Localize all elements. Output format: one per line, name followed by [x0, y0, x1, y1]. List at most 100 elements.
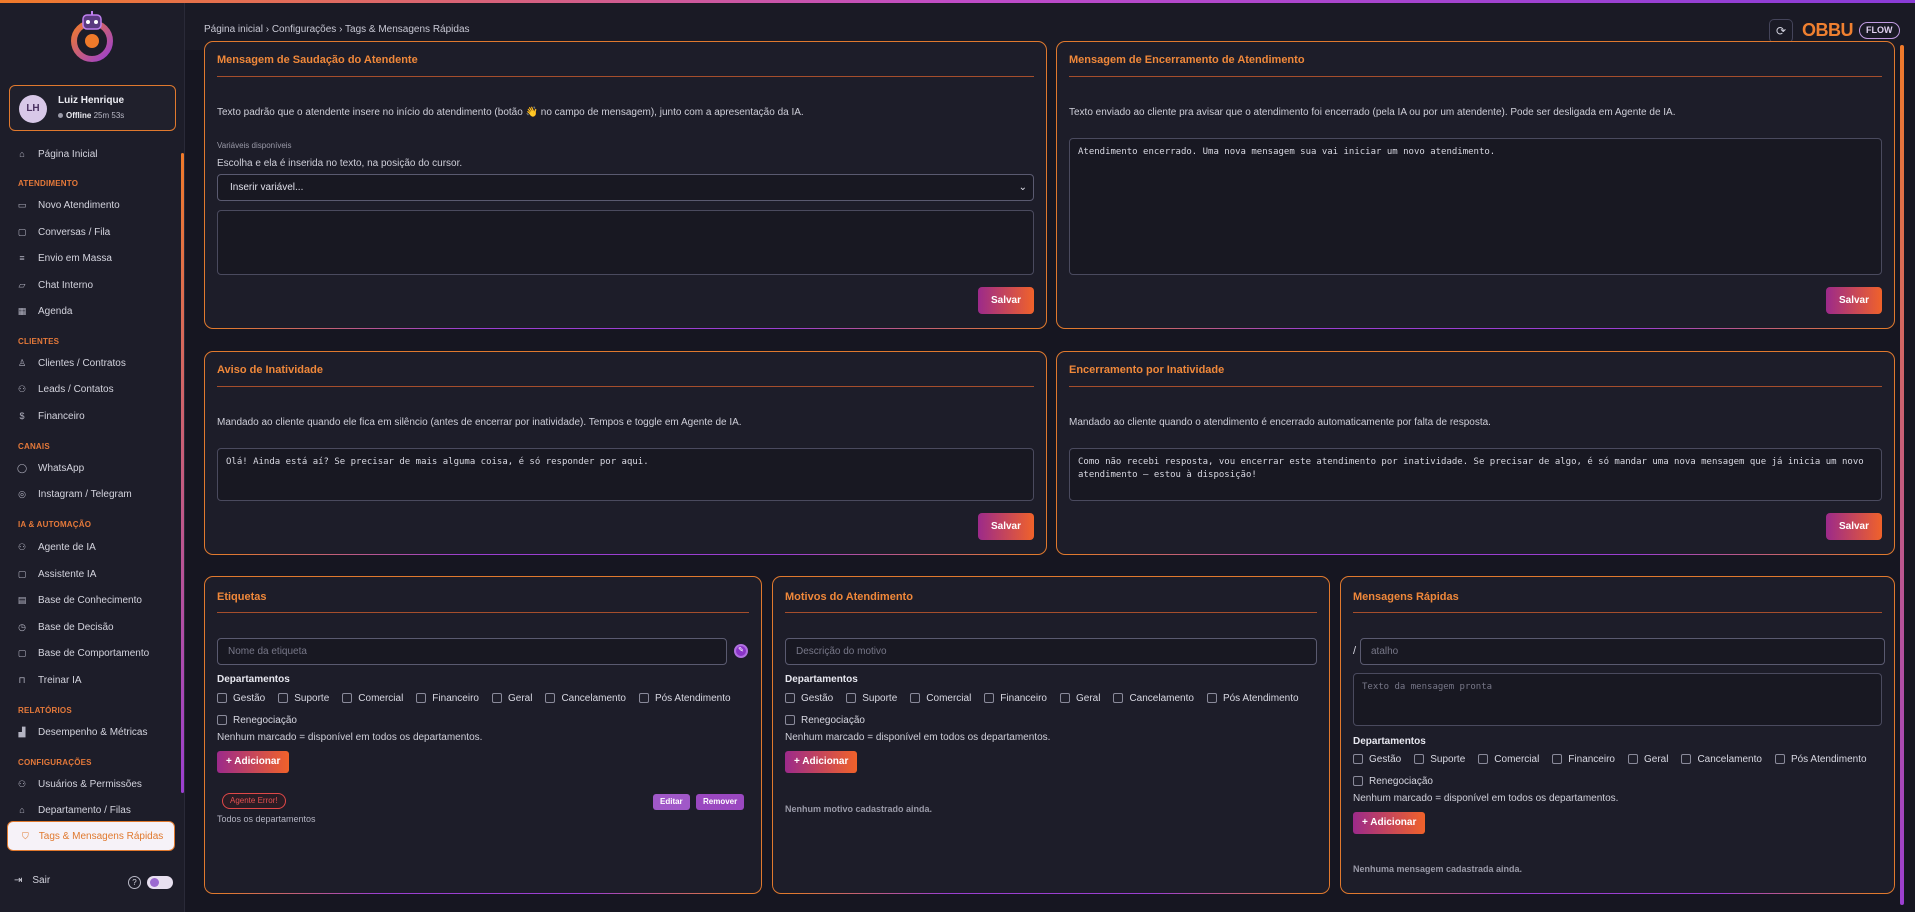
- checkbox-box[interactable]: [1353, 776, 1363, 786]
- checkbox-gestao[interactable]: Gestão: [217, 687, 265, 709]
- checkbox-pos-atendimento[interactable]: Pós Atendimento: [1774, 748, 1867, 770]
- checkbox-box[interactable]: [416, 693, 427, 703]
- checkbox-renegociacao[interactable]: Renegociação: [217, 709, 297, 731]
- checkbox-box[interactable]: [278, 693, 289, 703]
- checkbox-box[interactable]: [1113, 693, 1124, 703]
- checkbox-box[interactable]: [1060, 693, 1070, 703]
- checkbox-box[interactable]: [785, 715, 795, 725]
- save-button[interactable]: Salvar: [1826, 513, 1882, 540]
- sidebar-item-conversas[interactable]: ▢ Conversas / Fila: [16, 223, 111, 241]
- tag-name-input[interactable]: Nome da etiqueta: [217, 638, 727, 665]
- color-picker-icon[interactable]: ✎: [734, 644, 748, 658]
- save-button[interactable]: Salvar: [978, 513, 1034, 540]
- sidebar-item-novo-atendimento[interactable]: ▭ Novo Atendimento: [16, 196, 120, 214]
- checkbox-geral[interactable]: Geral: [492, 687, 532, 709]
- user-card[interactable]: LH Luiz Henrique Offline 25m 53s: [9, 85, 176, 131]
- card-motivos: Motivos do Atendimento Descrição do moti…: [772, 576, 1330, 894]
- checkbox-box[interactable]: [638, 693, 649, 703]
- checkbox-geral[interactable]: Geral: [1060, 687, 1100, 709]
- checkbox-cancelamento[interactable]: Cancelamento: [1681, 748, 1762, 770]
- sidebar-item-clientes[interactable]: ♙ Clientes / Contratos: [16, 354, 126, 372]
- checkbox-financeiro[interactable]: Financeiro: [984, 687, 1047, 709]
- checkbox-box[interactable]: [1478, 754, 1489, 764]
- checkbox-pos-atendimento[interactable]: Pós Atendimento: [638, 687, 731, 709]
- add-quick-message-button[interactable]: + Adicionar: [1353, 812, 1426, 834]
- checkbox-renegociacao[interactable]: Renegociação: [785, 709, 865, 731]
- edit-tag-button[interactable]: Editar: [653, 794, 690, 810]
- checkbox-gestao[interactable]: Gestão: [1353, 748, 1401, 770]
- sidebar-item-home[interactable]: ⌂ Página Inicial: [16, 145, 97, 163]
- sidebar-item-leads[interactable]: ⚇ Leads / Contatos: [16, 380, 114, 398]
- checkbox-box[interactable]: [545, 693, 556, 703]
- theme-toggle[interactable]: [147, 876, 173, 889]
- sidebar-item-assistente-ia[interactable]: ▢ Assistente IA: [16, 565, 97, 583]
- add-motivo-button[interactable]: + Adicionar: [785, 751, 858, 773]
- logout-button[interactable]: ⇥ Sair: [14, 875, 50, 886]
- checkbox-comercial[interactable]: Comercial: [910, 687, 971, 709]
- checkbox-box[interactable]: [217, 715, 227, 725]
- main-scrollbar[interactable]: [1900, 45, 1904, 905]
- checkbox-box[interactable]: [1206, 693, 1217, 703]
- sidebar-item-departamento[interactable]: ⌂ Departamento / Filas: [16, 801, 131, 819]
- checkbox-box[interactable]: [342, 693, 353, 703]
- checkbox-box[interactable]: [1628, 754, 1638, 764]
- checkbox-financeiro[interactable]: Financeiro: [416, 687, 479, 709]
- sidebar-item-instagram[interactable]: ◎ Instagram / Telegram: [16, 485, 132, 503]
- add-tag-button[interactable]: + Adicionar: [217, 751, 290, 773]
- sidebar-scrollbar[interactable]: [181, 153, 184, 793]
- checkbox-comercial[interactable]: Comercial: [1478, 748, 1539, 770]
- sidebar-item-desempenho[interactable]: ▟ Desempenho & Métricas: [16, 723, 148, 741]
- save-button[interactable]: Salvar: [1826, 287, 1882, 314]
- checkbox-suporte[interactable]: Suporte: [846, 687, 897, 709]
- sidebar-item-usuarios[interactable]: ⚇ Usuários & Permissões: [16, 775, 142, 793]
- checkbox-suporte[interactable]: Suporte: [278, 687, 329, 709]
- checkbox-box[interactable]: [846, 693, 857, 703]
- checkbox-box[interactable]: [1353, 754, 1363, 764]
- checkbox-suporte[interactable]: Suporte: [1414, 748, 1465, 770]
- saudacao-textarea[interactable]: [217, 210, 1034, 275]
- checkbox-geral[interactable]: Geral: [1628, 748, 1668, 770]
- textarea-placeholder: Texto da mensagem pronta: [1362, 682, 1493, 692]
- checkbox-box[interactable]: [1552, 754, 1563, 764]
- card-description: Mandado ao cliente quando ele fica em si…: [217, 417, 742, 428]
- sidebar-item-label: Leads / Contatos: [38, 383, 114, 395]
- encerramento-textarea[interactable]: Atendimento encerrado. Uma nova mensagem…: [1069, 138, 1882, 275]
- checkbox-box[interactable]: [217, 693, 227, 703]
- checkbox-renegociacao[interactable]: Renegociação: [1353, 770, 1433, 792]
- quick-message-textarea[interactable]: Texto da mensagem pronta: [1353, 673, 1882, 726]
- sidebar-item-agenda[interactable]: ▦ Agenda: [16, 302, 73, 320]
- checkbox-pos-atendimento[interactable]: Pós Atendimento: [1206, 687, 1299, 709]
- checkbox-box[interactable]: [1414, 754, 1425, 764]
- checkbox-box[interactable]: [492, 693, 502, 703]
- divider: [217, 386, 1034, 387]
- sidebar-item-agente-ia[interactable]: ⚇ Agente de IA: [16, 538, 96, 556]
- save-button[interactable]: Salvar: [978, 287, 1034, 314]
- checkbox-financeiro[interactable]: Financeiro: [1552, 748, 1615, 770]
- sidebar-item-treinar-ia[interactable]: ⊓ Treinar IA: [16, 671, 81, 689]
- sidebar-item-whatsapp[interactable]: ◯ WhatsApp: [16, 459, 84, 477]
- checkbox-gestao[interactable]: Gestão: [785, 687, 833, 709]
- inatividade-textarea[interactable]: Olá! Ainda está aí? Se precisar de mais …: [217, 448, 1034, 501]
- checkbox-box[interactable]: [1681, 754, 1692, 764]
- shortcut-input[interactable]: atalho: [1360, 638, 1885, 665]
- variable-select[interactable]: Inserir variável... ⌄: [217, 174, 1034, 201]
- sidebar-item-base-conhecimento[interactable]: ▤ Base de Conhecimento: [16, 591, 142, 609]
- checkbox-comercial[interactable]: Comercial: [342, 687, 403, 709]
- checkbox-cancelamento[interactable]: Cancelamento: [1113, 687, 1194, 709]
- checkbox-cancelamento[interactable]: Cancelamento: [545, 687, 626, 709]
- remove-tag-button[interactable]: Remover: [696, 794, 745, 810]
- encerramento-inatividade-textarea[interactable]: Como não recebi resposta, vou encerrar e…: [1069, 448, 1882, 501]
- sidebar-item-chat-interno[interactable]: ▱ Chat Interno: [16, 276, 94, 294]
- sidebar-item-base-comportamento[interactable]: ▢ Base de Comportamento: [16, 644, 149, 662]
- checkbox-box[interactable]: [785, 693, 795, 703]
- sidebar-item-tags-active[interactable]: ⛉ Tags & Mensagens Rápidas: [7, 821, 175, 851]
- checkbox-box[interactable]: [1774, 754, 1785, 764]
- sidebar-item-base-decisao[interactable]: ◷ Base de Decisão: [16, 618, 114, 636]
- checkbox-box[interactable]: [910, 693, 921, 703]
- motivo-input[interactable]: Descrição do motivo: [785, 638, 1317, 665]
- refresh-icon[interactable]: ⟳: [1769, 19, 1793, 43]
- sidebar-item-envio-massa[interactable]: ≡ Envio em Massa: [16, 249, 112, 267]
- help-icon[interactable]: ?: [128, 876, 141, 889]
- sidebar-item-financeiro[interactable]: $ Financeiro: [16, 407, 84, 425]
- checkbox-box[interactable]: [984, 693, 995, 703]
